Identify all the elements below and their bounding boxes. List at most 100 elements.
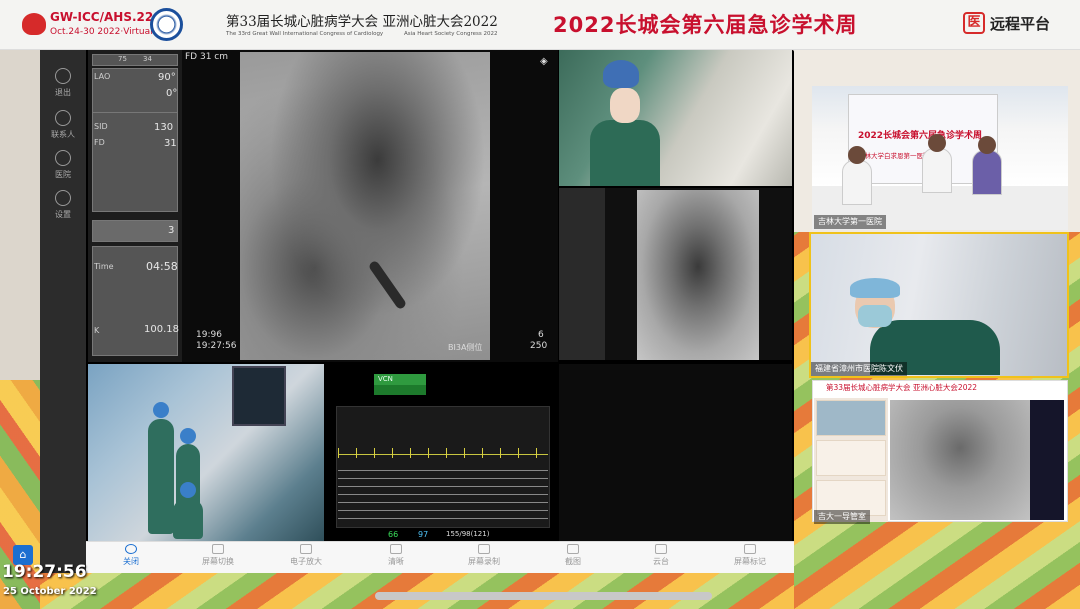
ecg-hr: 66 <box>388 530 399 539</box>
cath-lab-side-console <box>1030 400 1064 520</box>
cath-lab-thumbnail <box>816 400 886 436</box>
lao-value: 90° <box>158 72 176 83</box>
zoom-icon <box>300 544 312 554</box>
surgeon-gown <box>590 120 660 186</box>
toolbar-label: 电子放大 <box>290 557 322 566</box>
ecg-lower-traces <box>338 470 548 525</box>
rail-item-exit[interactable]: 退出 <box>40 68 86 98</box>
screen-switch-button[interactable]: 屏幕切换 <box>188 544 248 567</box>
clarity-button[interactable]: 清晰 <box>366 544 426 567</box>
fluoro-time2: 19:27:56 <box>196 341 237 351</box>
remote-doctor-cap <box>850 278 900 298</box>
fluoro-frame: 6 <box>538 330 544 340</box>
empty-view[interactable] <box>559 364 792 541</box>
cath-lab-header-title: 第33届长城心脏病学大会 亚洲心脏大会2022 <box>826 383 978 392</box>
screen-mark-button[interactable]: 屏幕标记 <box>720 544 780 567</box>
toolbar-label: 屏幕录制 <box>468 557 500 566</box>
studio-screen-subtitle: 吉林大学白求恩第一医院 <box>858 152 930 160</box>
remote-doctor-label: 福建省漳州市医院陈文伏 <box>811 362 907 376</box>
gw-heart-logo-icon <box>22 13 46 35</box>
ecg-spo2: 97 <box>418 530 429 539</box>
left-rail: 退出 联系人 医院 设置 <box>40 50 86 573</box>
angio-console-panel: 75 34 LAO 90° 0° SID 130 FD 31 3 Time 04… <box>88 50 182 362</box>
k-value: 100.18 <box>144 324 179 335</box>
contacts-icon <box>55 110 71 126</box>
bottom-background-pattern <box>40 573 794 609</box>
close-button[interactable]: 关闭 <box>101 544 161 567</box>
toolbar-label: 截图 <box>565 557 581 566</box>
gw-title: GW-ICC/AHS.22 <box>50 10 154 24</box>
conference-banner: GW-ICC/AHS.22 Oct.24-30 2022·Virtual 第33… <box>0 0 1080 50</box>
doctor-figure <box>922 148 952 193</box>
fluoro-position: BI3A侧位 <box>448 343 483 352</box>
screenshot-button[interactable]: 截图 <box>543 544 603 567</box>
left-top-background <box>0 50 40 380</box>
sid-label: SID <box>94 122 108 131</box>
screen-record-button[interactable]: 屏幕录制 <box>454 544 514 567</box>
ecg-badge: VCN <box>374 374 426 385</box>
screenshot-icon <box>567 544 579 554</box>
broadcast-date: 25 October 2022 <box>3 586 97 597</box>
toolbar-label: 云台 <box>653 557 669 566</box>
doctor-head <box>848 146 866 164</box>
sid-value: 130 <box>154 122 174 133</box>
rail-label: 设置 <box>55 210 71 219</box>
staff-figure <box>148 419 174 534</box>
cath-lab-thumbnail <box>816 440 886 476</box>
video-scrub-bar[interactable] <box>375 592 712 600</box>
rail-item-settings[interactable]: 设置 <box>40 190 86 220</box>
angio-secondary-image <box>637 190 759 360</box>
fluoro-fd-label: FD 31 cm <box>185 52 228 62</box>
doctor-figure <box>972 150 1002 195</box>
staff-cap <box>153 402 169 418</box>
rail-item-hospital[interactable]: 医院 <box>40 150 86 180</box>
remote-platform-icon: 医 <box>963 12 985 34</box>
staff-cap <box>180 428 196 444</box>
k-label: K <box>94 326 100 335</box>
conference-title-en: The 33rd Great Wall International Congre… <box>226 31 384 37</box>
rail-label: 退出 <box>55 88 71 97</box>
staff-cap <box>180 482 196 498</box>
rail-item-contacts[interactable]: 联系人 <box>40 110 86 140</box>
academic-week-title: 2022长城会第六届急诊学术周 <box>553 13 858 37</box>
asia-heart-seal-icon <box>150 8 183 41</box>
studio-location-label: 吉林大学第一医院 <box>814 215 886 229</box>
rail-label: 联系人 <box>51 130 75 139</box>
toolbar-label: 屏幕切换 <box>202 557 234 566</box>
cra-value: 0° <box>166 88 178 99</box>
mark-icon <box>744 544 756 554</box>
ecg-waveform <box>338 448 548 458</box>
room-monitor <box>232 366 286 426</box>
console-top-val-2: 34 <box>143 55 152 63</box>
bottom-toolbar: 关闭 屏幕切换 电子放大 清晰 屏幕录制 截图 云台 屏幕标记 <box>86 541 794 573</box>
ecg-badge-secondary <box>374 385 426 395</box>
broadcast-time: 19:27:56 <box>2 562 87 582</box>
chat-icon <box>55 68 71 84</box>
operating-room-camera[interactable] <box>88 364 324 541</box>
toolbar-label: 关闭 <box>123 557 139 566</box>
staff-figure <box>173 499 203 539</box>
conference-title-cn: 第33届长城心脏病学大会 亚洲心脏大会2022 <box>226 14 498 30</box>
time-label: Time <box>94 262 114 271</box>
fluoro-diamond-icon: ◈ <box>540 56 548 67</box>
fluoroscopy-image <box>240 52 490 360</box>
surgeon-cap <box>603 60 639 88</box>
time-value: 04:58 <box>146 260 178 273</box>
person-icon <box>55 150 71 166</box>
rail-label: 医院 <box>55 170 71 179</box>
gw-dates: Oct.24-30 2022·Virtual <box>50 27 153 37</box>
cath-lab-label: 吉大一导管室 <box>814 510 870 524</box>
fluoro-time1: 19:96 <box>196 330 222 340</box>
digital-zoom-button[interactable]: 电子放大 <box>276 544 336 567</box>
gear-icon <box>55 190 71 206</box>
frame-value: 3 <box>168 225 175 236</box>
ecg-bp: 155/98(121) <box>446 530 490 538</box>
fd-label: FD <box>94 138 105 147</box>
conference-title-en2: Asia Heart Society Congress 2022 <box>404 31 498 37</box>
fluoro-number: 250 <box>530 341 548 351</box>
ptz-button[interactable]: 云台 <box>631 544 691 567</box>
fd-value: 31 <box>164 138 177 149</box>
doctor-head <box>928 134 946 152</box>
lao-label: LAO <box>94 72 111 81</box>
toolbar-label: 屏幕标记 <box>734 557 766 566</box>
